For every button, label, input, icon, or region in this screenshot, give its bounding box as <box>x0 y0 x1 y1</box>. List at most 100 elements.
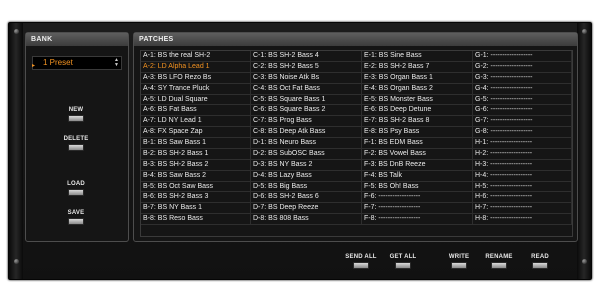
patches-title: PATCHES <box>134 33 577 46</box>
patch-cell[interactable]: A-8: FX Space Zap <box>141 127 251 139</box>
save-button[interactable] <box>68 218 84 225</box>
patch-cell[interactable]: B-2: BS SH-2 Bass 1 <box>141 148 251 160</box>
patch-cell[interactable]: D-8: BS 808 Bass <box>251 214 362 226</box>
patch-cell[interactable]: D-2: BS SubOSC Bass <box>251 148 362 160</box>
preset-selector[interactable]: ▸ 1 Preset ▲ ▼ <box>32 56 122 70</box>
patch-cell[interactable]: G-3: ------------------ <box>473 72 572 84</box>
read-button[interactable] <box>532 262 548 269</box>
send-all-label: SEND ALL <box>345 254 377 260</box>
load-control: LOAD <box>56 181 96 196</box>
patch-cell[interactable]: C-2: BS SH-2 Bass 5 <box>251 61 362 73</box>
left-rail <box>9 23 23 279</box>
patch-cell[interactable]: C-8: BS Deep Atk Bass <box>251 127 362 139</box>
patch-cell[interactable]: G-5: ------------------ <box>473 94 572 106</box>
play-arrow-icon: ▸ <box>32 63 36 69</box>
patch-cell[interactable]: H-8: ------------------ <box>473 214 572 226</box>
device-panel: BANK ▸ 1 Preset ▲ ▼ NEW DELETE LOAD SAVE … <box>8 22 592 280</box>
patch-cell[interactable]: D-5: BS Big Bass <box>251 181 362 193</box>
save-label: SAVE <box>67 210 85 216</box>
patch-cell[interactable]: A-1: BS the real SH-2 <box>141 51 251 62</box>
patch-cell[interactable]: C-5: BS Square Bass 1 <box>251 94 362 106</box>
patch-cell[interactable]: E-4: BS Organ Bass 2 <box>362 83 473 95</box>
patch-cell[interactable]: D-6: BS SH-2 Bass 6 <box>251 192 362 204</box>
patch-cell[interactable]: E-2: BS SH-2 Bass 7 <box>362 61 473 73</box>
screw-icon <box>14 29 19 34</box>
get-all-label: GET ALL <box>389 254 417 260</box>
new-control: NEW <box>56 107 96 122</box>
patch-cell[interactable]: G-6: ------------------ <box>473 105 572 117</box>
delete-button[interactable] <box>68 144 84 151</box>
patch-cell[interactable]: H-1: ------------------ <box>473 138 572 149</box>
patch-grid: A-1: BS the real SH-2 C-1: BS SH-2 Bass 4… <box>140 50 573 237</box>
patch-cell[interactable]: B-4: BS Saw Bass 2 <box>141 170 251 182</box>
patch-cell[interactable]: B-6: BS SH-2 Bass 3 <box>141 192 251 204</box>
new-label: NEW <box>68 107 84 113</box>
patch-cell[interactable]: C-7: BS Prog Bass <box>251 116 362 128</box>
patch-cell[interactable]: A-7: LD NY Lead 1 <box>141 116 251 128</box>
patch-cell[interactable]: G-1: ------------------ <box>473 51 572 62</box>
patch-cell[interactable]: D-1: BS Neuro Bass <box>251 138 362 149</box>
patch-cell[interactable]: E-8: BS Psy Bass <box>362 127 473 139</box>
new-button[interactable] <box>68 115 84 122</box>
delete-label: DELETE <box>63 136 89 142</box>
patch-cell[interactable]: H-6: ------------------ <box>473 192 572 204</box>
get-all-button[interactable] <box>395 262 411 269</box>
patch-cell[interactable]: E-1: BS Sine Bass <box>362 51 473 62</box>
patch-cell[interactable]: C-1: BS SH-2 Bass 4 <box>251 51 362 62</box>
patch-cell[interactable]: E-7: BS SH-2 Bass 8 <box>362 116 473 128</box>
patch-cell[interactable]: F-8: ------------------ <box>362 214 473 226</box>
patch-cell[interactable]: D-7: BS Deep Reeze <box>251 203 362 215</box>
patch-cell[interactable]: D-3: BS NY Bass 2 <box>251 159 362 171</box>
patch-cell[interactable]: A-3: BS LFO Rezo Bs <box>141 72 251 84</box>
patch-cell[interactable]: G-8: ------------------ <box>473 127 572 139</box>
patch-cell[interactable]: A-2: LD Alpha Lead 1 <box>141 61 251 73</box>
patch-cell[interactable]: G-4: ------------------ <box>473 83 572 95</box>
patch-cell[interactable]: F-5: BS Oh! Bass <box>362 181 473 193</box>
patch-cell[interactable]: C-3: BS Noise Atk Bs <box>251 72 362 84</box>
patch-cell[interactable]: H-2: ------------------ <box>473 148 572 160</box>
read-label: READ <box>531 254 549 260</box>
screw-icon <box>582 259 587 264</box>
write-control: WRITE <box>439 254 479 269</box>
patch-cell[interactable]: C-6: BS Square Bass 2 <box>251 105 362 117</box>
patch-cell[interactable]: F-1: BS EDM Bass <box>362 138 473 149</box>
patch-cell[interactable]: F-3: BS DnB Reeze <box>362 159 473 171</box>
patch-cell[interactable]: H-4: ------------------ <box>473 170 572 182</box>
load-button[interactable] <box>68 189 84 196</box>
patch-cell[interactable]: A-6: BS Fat Bass <box>141 105 251 117</box>
rename-label: RENAME <box>485 254 513 260</box>
get-all-control: GET ALL <box>383 254 423 269</box>
write-label: WRITE <box>448 254 470 260</box>
patch-cell[interactable]: B-1: BS Saw Bass 1 <box>141 138 251 149</box>
write-button[interactable] <box>451 262 467 269</box>
patch-cell[interactable]: A-4: SY Trance Pluck <box>141 83 251 95</box>
patch-cell[interactable]: H-3: ------------------ <box>473 159 572 171</box>
rename-button[interactable] <box>491 262 507 269</box>
patch-cell[interactable]: F-7: ------------------ <box>362 203 473 215</box>
screw-icon <box>582 29 587 34</box>
patches-panel: PATCHES A-1: BS the real SH-2 C-1: BS SH-… <box>133 32 578 242</box>
patch-cell[interactable]: E-6: BS Deep Detune <box>362 105 473 117</box>
patch-cell[interactable]: G-7: ------------------ <box>473 116 572 128</box>
patch-cell[interactable]: B-8: BS Reso Bass <box>141 214 251 226</box>
patch-cell[interactable]: E-3: BS Organ Bass 1 <box>362 72 473 84</box>
patch-cell[interactable]: B-5: BS Oct Saw Bass <box>141 181 251 193</box>
send-all-control: SEND ALL <box>341 254 381 269</box>
delete-control: DELETE <box>56 136 96 151</box>
patch-cell[interactable]: F-6: ------------------ <box>362 192 473 204</box>
patch-cell[interactable]: F-2: BS Vowel Bass <box>362 148 473 160</box>
screw-icon <box>14 259 19 264</box>
spinner-arrows-icon[interactable]: ▲ ▼ <box>113 58 120 68</box>
patch-cell[interactable]: F-4: BS Talk <box>362 170 473 182</box>
patch-cell[interactable]: H-5: ------------------ <box>473 181 572 193</box>
patch-cell[interactable]: H-7: ------------------ <box>473 203 572 215</box>
patch-cell[interactable]: C-4: BS Oct Fat Bass <box>251 83 362 95</box>
patch-cell[interactable]: G-2: ------------------ <box>473 61 572 73</box>
patch-cell[interactable]: B-3: BS SH-2 Bass 2 <box>141 159 251 171</box>
send-all-button[interactable] <box>353 262 369 269</box>
patch-cell[interactable]: B-7: BS NY Bass 1 <box>141 203 251 215</box>
patch-cell[interactable]: A-5: LD Dual Square <box>141 94 251 106</box>
patch-cell[interactable]: E-5: BS Monster Bass <box>362 94 473 106</box>
preset-value: 1 Preset <box>43 58 73 67</box>
patch-cell[interactable]: D-4: BS Lazy Bass <box>251 170 362 182</box>
